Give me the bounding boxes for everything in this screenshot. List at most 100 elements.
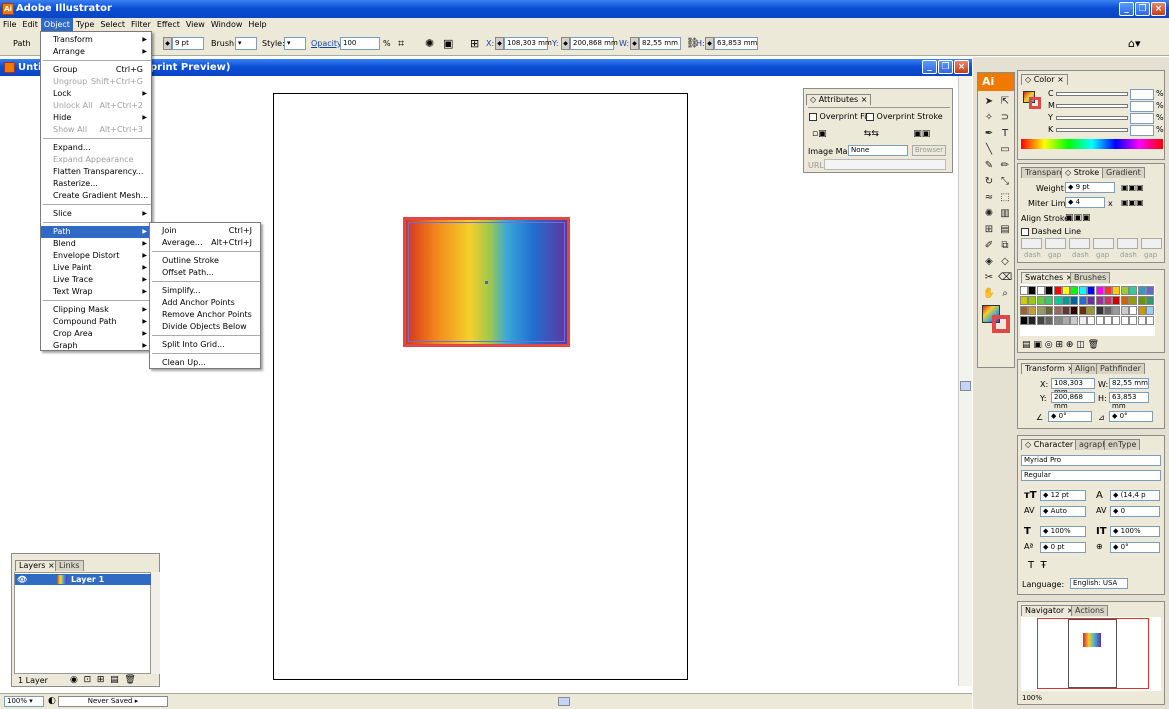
baseline-field[interactable]: ◆ 0 pt xyxy=(1040,542,1086,553)
menu-item-blend[interactable]: Blend ▶ xyxy=(41,238,151,250)
magic-wand-icon[interactable]: ✧ xyxy=(982,111,996,125)
swatch[interactable] xyxy=(1020,286,1028,295)
join-icons[interactable]: ▣▣▣ xyxy=(1121,198,1144,207)
url-field[interactable] xyxy=(824,159,946,170)
menu-effect[interactable]: Effect xyxy=(154,18,183,31)
close-icon[interactable]: × xyxy=(1151,2,1166,16)
cap-icons[interactable]: ▣▣▣ xyxy=(1121,183,1144,192)
navigator-zoom[interactable]: 100% xyxy=(1022,694,1042,702)
graph-tool-icon[interactable]: ▥ xyxy=(998,207,1012,221)
scissors-icon[interactable]: ✂ xyxy=(982,271,996,285)
rectangle-tool-icon[interactable]: ▭ xyxy=(998,143,1012,157)
layer-name[interactable]: Layer 1 xyxy=(71,574,104,585)
swatch[interactable] xyxy=(1137,296,1146,305)
menu-item-unlock-all[interactable]: Unlock All Alt+Ctrl+2 xyxy=(41,100,151,112)
menu-window[interactable]: Window xyxy=(208,18,246,31)
channel-field[interactable] xyxy=(1130,113,1154,124)
transform-y-field[interactable]: 200,868 mm xyxy=(1051,392,1095,410)
menu-item-transform[interactable]: Transform ▶ xyxy=(41,34,151,46)
align-icon[interactable]: ▣ xyxy=(443,31,453,56)
browser-button[interactable]: Browser xyxy=(912,145,946,156)
hand-tool-icon[interactable]: ✋ xyxy=(982,287,996,301)
swatch[interactable] xyxy=(1104,316,1112,325)
swatch[interactable] xyxy=(1045,296,1054,305)
tab-color[interactable]: ◇ Color × xyxy=(1021,74,1068,85)
live-paint-icon[interactable]: ◈ xyxy=(982,255,996,269)
menu-item-ungroup[interactable]: Ungroup Shift+Ctrl+G xyxy=(41,76,151,88)
free-transform-icon[interactable]: ⬚ xyxy=(998,191,1012,205)
color-stroke-swatch[interactable] xyxy=(1029,97,1041,109)
tab-brushes[interactable]: Brushes xyxy=(1070,272,1111,283)
menu-item-arrange[interactable]: Arrange ▶ xyxy=(41,46,151,58)
underline-icon[interactable]: T Ŧ xyxy=(1028,560,1047,571)
menu-item-outline-stroke[interactable]: Outline Stroke xyxy=(150,255,260,267)
channel-slider[interactable] xyxy=(1056,128,1128,132)
swatch[interactable] xyxy=(1045,286,1054,295)
swatch[interactable] xyxy=(1146,306,1154,315)
transform-icon[interactable]: ⊞ xyxy=(470,31,479,56)
swatch[interactable] xyxy=(1028,316,1037,325)
menu-item-envelope-distort[interactable]: Envelope Distort ▶ xyxy=(41,250,151,262)
doc-close-icon[interactable]: × xyxy=(954,60,969,74)
swatch[interactable] xyxy=(1070,296,1079,305)
swatch[interactable] xyxy=(1095,296,1104,305)
swatch[interactable] xyxy=(1095,316,1104,325)
symbol-sprayer-icon[interactable]: ✺ xyxy=(982,207,996,221)
swatch[interactable] xyxy=(1095,306,1104,315)
eyedropper-icon[interactable]: ✐ xyxy=(982,239,996,253)
type-tool-icon[interactable]: T xyxy=(998,127,1012,141)
dash-field[interactable] xyxy=(1141,238,1162,249)
menu-object[interactable]: Object xyxy=(40,18,73,31)
dash-field[interactable] xyxy=(1117,238,1138,249)
swatch[interactable] xyxy=(1078,306,1087,315)
swatch[interactable] xyxy=(1045,306,1054,315)
swatch[interactable] xyxy=(1087,296,1096,305)
tab-pathfinder[interactable]: Pathfinder xyxy=(1096,363,1145,374)
swatch[interactable] xyxy=(1104,286,1112,295)
tab-opentype[interactable]: enType xyxy=(1104,439,1141,450)
leading-field[interactable]: ◆ (14,4 p xyxy=(1110,490,1160,501)
swatch[interactable] xyxy=(1078,296,1087,305)
swatch[interactable] xyxy=(1045,316,1054,325)
menu-item-divide-objects-below[interactable]: Divide Objects Below xyxy=(150,321,260,333)
workspace-icon[interactable]: ⌂▾ xyxy=(1128,31,1141,56)
font-family-dropdown[interactable]: Myriad Pro xyxy=(1021,455,1161,466)
transform-h-field[interactable]: 63,853 mm xyxy=(1109,392,1149,410)
minimize-icon[interactable]: _ xyxy=(1119,2,1134,16)
menu-item-split-into-grid[interactable]: Split Into Grid... xyxy=(150,339,260,351)
menu-item-live-paint[interactable]: Live Paint ▶ xyxy=(41,262,151,274)
swatch[interactable] xyxy=(1036,306,1045,315)
color-spectrum[interactable] xyxy=(1021,139,1163,149)
menu-item-join[interactable]: Join Ctrl+J xyxy=(150,225,260,237)
menu-item-graph[interactable]: Graph ▶ xyxy=(41,340,151,352)
selection-tool-icon[interactable]: ➤ xyxy=(982,95,996,109)
align-stroke-icons[interactable]: ▣▣▣ xyxy=(1065,213,1091,223)
menu-item-remove-anchor-points[interactable]: Remove Anchor Points xyxy=(150,309,260,321)
swatch[interactable] xyxy=(1053,296,1062,305)
channel-slider[interactable] xyxy=(1056,92,1128,96)
dashed-line-checkbox[interactable]: Dashed Line xyxy=(1021,227,1081,236)
swatch[interactable] xyxy=(1062,306,1070,315)
menu-item-path[interactable]: Path ▶ xyxy=(41,226,151,238)
menu-item-live-trace[interactable]: Live Trace ▶ xyxy=(41,274,151,286)
channel-field[interactable] xyxy=(1130,89,1154,100)
mesh-tool-icon[interactable]: ⊞ xyxy=(982,223,996,237)
menu-item-simplify[interactable]: Simplify... xyxy=(150,285,260,297)
swatch[interactable] xyxy=(1129,306,1138,315)
menu-item-add-anchor-points[interactable]: Add Anchor Points xyxy=(150,297,260,309)
vertical-scroll-thumb[interactable] xyxy=(960,381,971,391)
layers-scrollbar[interactable] xyxy=(151,572,160,674)
isolate-icon[interactable]: ⌗ xyxy=(398,31,404,56)
swatch[interactable] xyxy=(1112,316,1121,325)
menu-item-clipping-mask[interactable]: Clipping Mask ▶ xyxy=(41,304,151,316)
swatch[interactable] xyxy=(1078,286,1087,295)
transform-w-field[interactable]: 82,55 mm xyxy=(1109,378,1149,389)
swatch[interactable] xyxy=(1020,306,1028,315)
x-stepper[interactable]: ◆ xyxy=(495,37,504,50)
warp-tool-icon[interactable]: ≈ xyxy=(982,191,996,205)
swatch[interactable] xyxy=(1095,286,1104,295)
blend-tool-icon[interactable]: ⧉ xyxy=(998,239,1012,253)
menu-item-expand[interactable]: Expand... xyxy=(41,142,151,154)
x-field[interactable]: 108,303 mm xyxy=(504,37,552,50)
stroke-weight-stepper[interactable]: ◆ xyxy=(163,37,172,50)
